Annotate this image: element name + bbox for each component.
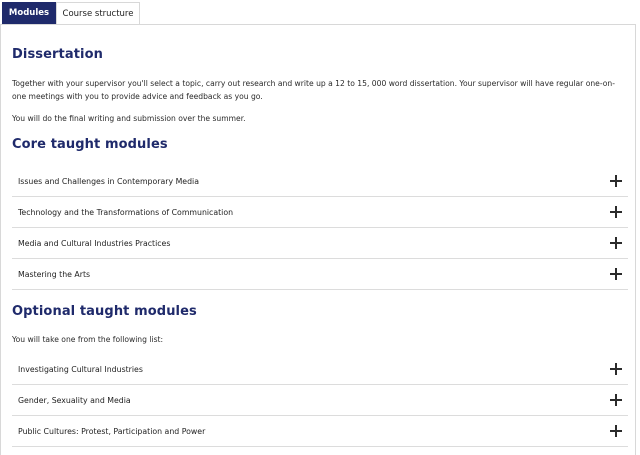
tab-course-structure[interactable]: Course structure (56, 2, 140, 25)
module-label: Mastering the Arts (18, 270, 91, 279)
dissertation-heading: Dissertation (12, 47, 103, 62)
dissertation-description: Together with your supervisor you'll sel… (12, 79, 615, 101)
dissertation-summer-note: You will do the final writing and submis… (12, 114, 246, 123)
plus-icon[interactable] (610, 363, 622, 375)
optional-module-row[interactable]: Gender, Sexuality and Media (12, 385, 628, 416)
tab-bar: Modules Course structure (0, 0, 640, 25)
core-modules-list: Issues and Challenges in Contemporary Me… (12, 166, 628, 290)
plus-icon[interactable] (610, 237, 622, 249)
optional-modules-intro: You will take one from the following lis… (12, 335, 164, 344)
core-module-row[interactable]: Mastering the Arts (12, 259, 628, 290)
plus-icon[interactable] (610, 268, 622, 280)
plus-icon[interactable] (610, 394, 622, 406)
plus-icon[interactable] (610, 206, 622, 218)
plus-icon[interactable] (610, 175, 622, 187)
module-label: Media and Cultural Industries Practices (18, 239, 171, 248)
core-modules-heading: Core taught modules (12, 137, 168, 152)
optional-module-row[interactable]: Public Cultures: Protest, Participation … (12, 416, 628, 447)
core-module-row[interactable]: Media and Cultural Industries Practices (12, 228, 628, 259)
module-label: Issues and Challenges in Contemporary Me… (18, 177, 199, 186)
optional-modules-list: Investigating Cultural Industries Gender… (12, 354, 628, 447)
module-label: Investigating Cultural Industries (18, 365, 143, 374)
modules-panel: Dissertation Together with your supervis… (0, 24, 636, 455)
plus-icon[interactable] (610, 425, 622, 437)
optional-module-row[interactable]: Investigating Cultural Industries (12, 354, 628, 385)
core-module-row[interactable]: Issues and Challenges in Contemporary Me… (12, 166, 628, 197)
tab-modules[interactable]: Modules (2, 2, 56, 25)
module-label: Technology and the Transformations of Co… (18, 208, 234, 217)
module-label: Public Cultures: Protest, Participation … (18, 427, 206, 436)
module-label: Gender, Sexuality and Media (18, 396, 131, 405)
optional-modules-heading: Optional taught modules (12, 304, 197, 319)
core-module-row[interactable]: Technology and the Transformations of Co… (12, 197, 628, 228)
